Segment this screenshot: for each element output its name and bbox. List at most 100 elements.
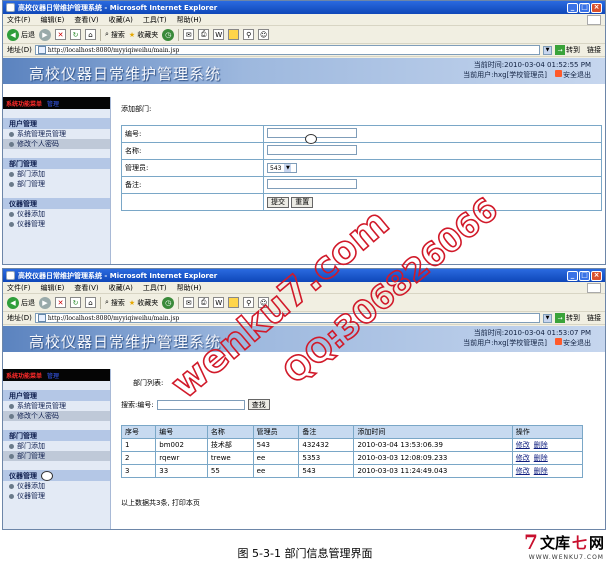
address-input[interactable]: http://localhost:8080/myyiqiweihu/main.j… bbox=[34, 313, 540, 323]
address-dropdown-icon[interactable]: ▼ bbox=[543, 313, 552, 323]
folder-icon[interactable] bbox=[228, 29, 240, 40]
history-icon[interactable]: ◷ bbox=[162, 28, 175, 41]
menu-bar: 文件(F) 编辑(E) 查看(V) 收藏(A) 工具(T) 帮助(H) bbox=[3, 14, 605, 26]
page-title: 添加部门: bbox=[121, 105, 152, 113]
minimize-icon[interactable]: _ bbox=[567, 2, 578, 13]
maximize-icon[interactable]: □ bbox=[579, 2, 590, 13]
window-title: 高校仪器日常维护管理系统 - Microsoft Internet Explor… bbox=[18, 3, 218, 12]
dept-name-input[interactable] bbox=[267, 145, 357, 155]
edit-icon[interactable]: W bbox=[213, 297, 225, 308]
links-button[interactable]: 链接 bbox=[587, 45, 601, 55]
messenger-icon[interactable]: ☺ bbox=[258, 29, 270, 40]
favorites-button[interactable]: ★ 收藏夹 bbox=[129, 30, 158, 40]
logout-button[interactable]: 安全退出 bbox=[555, 70, 591, 80]
bullet-icon bbox=[9, 141, 14, 147]
menu-tools[interactable]: 工具(T) bbox=[143, 15, 167, 25]
sidebar-item-instrument-add[interactable]: 仪器添加 bbox=[3, 481, 110, 491]
research-icon[interactable]: ⚲ bbox=[243, 29, 255, 40]
delete-link[interactable]: 删除 bbox=[534, 454, 548, 462]
cell: bm002 bbox=[155, 438, 208, 452]
address-label: 地址(D) bbox=[7, 314, 32, 322]
print-icon[interactable]: ⎙ bbox=[198, 297, 210, 308]
menu-file[interactable]: 文件(F) bbox=[7, 283, 31, 293]
delete-link[interactable]: 删除 bbox=[534, 467, 548, 475]
close-icon[interactable]: × bbox=[591, 2, 602, 13]
refresh-icon[interactable]: ↻ bbox=[70, 29, 81, 40]
menu-edit[interactable]: 编辑(E) bbox=[41, 283, 65, 293]
address-input[interactable]: http://localhost:8080/myyiqiweihu/main.j… bbox=[34, 45, 540, 55]
folder-icon[interactable] bbox=[228, 297, 240, 308]
refresh-icon[interactable]: ↻ bbox=[70, 297, 81, 308]
sidebar-item-dept-manage[interactable]: 部门管理 bbox=[3, 451, 110, 461]
sidebar-item-instrument-manage[interactable]: 仪器管理 bbox=[3, 491, 110, 501]
minimize-icon[interactable]: _ bbox=[567, 270, 578, 281]
menu-tools[interactable]: 工具(T) bbox=[143, 283, 167, 293]
edit-icon[interactable]: W bbox=[213, 29, 225, 40]
toolbar: ◀ 后退 ▶ ✕ ↻ ⌂ ⌕ 搜索 ★ 收藏夹 ◷ ✉ ⎙ W ⚲ ☺ bbox=[3, 294, 605, 312]
maximize-icon[interactable]: □ bbox=[579, 270, 590, 281]
table-header: 序号 编号 名称 管理员 备注 添加时间 操作 bbox=[120, 425, 584, 439]
links-button[interactable]: 链接 bbox=[587, 313, 601, 323]
edit-link[interactable]: 修改 bbox=[516, 441, 530, 449]
sidebar-item-change-password[interactable]: 修改个人密码 bbox=[3, 139, 110, 149]
menu-file[interactable]: 文件(F) bbox=[7, 15, 31, 25]
edit-link[interactable]: 修改 bbox=[516, 467, 530, 475]
remark-input[interactable] bbox=[267, 179, 357, 189]
sidebar-item-admin-manage[interactable]: 系统管理员管理 bbox=[3, 129, 110, 139]
edit-link[interactable]: 修改 bbox=[516, 454, 530, 462]
menu-help[interactable]: 帮助(H) bbox=[177, 15, 202, 25]
forward-arrow-icon[interactable]: ▶ bbox=[39, 296, 51, 309]
go-button[interactable]: → 转到 bbox=[555, 45, 580, 55]
delete-link[interactable]: 删除 bbox=[534, 441, 548, 449]
print-icon[interactable]: ⎙ bbox=[198, 29, 210, 40]
menu-favorites[interactable]: 收藏(A) bbox=[109, 15, 133, 25]
submit-button[interactable]: 提交 bbox=[267, 196, 289, 208]
sidebar-item-instrument-manage[interactable]: 仪器管理 bbox=[3, 219, 110, 229]
mail-icon[interactable]: ✉ bbox=[183, 297, 195, 308]
home-icon[interactable]: ⌂ bbox=[85, 297, 96, 308]
back-button[interactable]: ◀ 后退 bbox=[7, 28, 35, 41]
search-button[interactable]: ⌕ 搜索 bbox=[105, 298, 125, 308]
messenger-icon[interactable]: ☺ bbox=[258, 297, 270, 308]
forward-arrow-icon[interactable]: ▶ bbox=[39, 28, 51, 41]
sidebar-item-dept-add[interactable]: 部门添加 bbox=[3, 169, 110, 179]
admin-select[interactable]: 543 ▼ bbox=[267, 163, 297, 173]
stop-icon[interactable]: ✕ bbox=[55, 297, 66, 308]
home-icon[interactable]: ⌂ bbox=[85, 29, 96, 40]
menu-edit[interactable]: 编辑(E) bbox=[41, 15, 65, 25]
bullet-icon bbox=[9, 181, 14, 187]
logout-button[interactable]: 安全退出 bbox=[555, 338, 591, 348]
reset-button[interactable]: 重置 bbox=[291, 196, 314, 208]
bullet-icon bbox=[9, 493, 14, 499]
research-icon[interactable]: ⚲ bbox=[243, 297, 255, 308]
go-button[interactable]: → 转到 bbox=[555, 313, 580, 323]
menu-favorites[interactable]: 收藏(A) bbox=[109, 283, 133, 293]
history-icon[interactable]: ◷ bbox=[162, 296, 175, 309]
bullet-icon bbox=[9, 221, 14, 227]
logout-icon bbox=[555, 338, 562, 345]
back-button[interactable]: ◀ 后退 bbox=[7, 296, 35, 309]
stop-icon[interactable]: ✕ bbox=[55, 29, 66, 40]
current-user: 当前用户:hxg[学校管理员] bbox=[463, 339, 547, 347]
mail-icon[interactable]: ✉ bbox=[183, 29, 195, 40]
sidebar-item-change-password[interactable]: 修改个人密码 bbox=[3, 411, 110, 421]
menu-view[interactable]: 查看(V) bbox=[74, 283, 98, 293]
menu-view[interactable]: 查看(V) bbox=[74, 15, 98, 25]
sidebar-item-admin-manage[interactable]: 系统管理员管理 bbox=[3, 401, 110, 411]
group-instrument: 仪器管理 仪器添加 仪器管理 bbox=[3, 470, 110, 501]
search-button[interactable]: ⌕ 搜索 bbox=[105, 30, 125, 40]
find-button[interactable]: 查找 bbox=[247, 399, 270, 410]
sidebar: 系统功能菜单 管理 用户管理 系统管理员管理 修改个人密码 部门管理 部门添加 … bbox=[3, 97, 111, 264]
address-bar: 地址(D) http://localhost:8080/myyiqiweihu/… bbox=[3, 44, 605, 57]
close-icon[interactable]: × bbox=[591, 270, 602, 281]
address-dropdown-icon[interactable]: ▼ bbox=[543, 45, 552, 55]
menu-help[interactable]: 帮助(H) bbox=[177, 283, 202, 293]
search-code-input[interactable] bbox=[156, 399, 245, 410]
toolbar: ◀ 后退 ▶ ✕ ↻ ⌂ ⌕ 搜索 ★ 收藏夹 ◷ ✉ ⎙ W ⚲ ☺ bbox=[3, 26, 605, 44]
bullet-icon bbox=[9, 413, 14, 419]
sidebar-item-dept-add[interactable]: 部门添加 bbox=[3, 441, 110, 451]
sidebar-item-instrument-add[interactable]: 仪器添加 bbox=[3, 209, 110, 219]
sidebar-item-dept-manage[interactable]: 部门管理 bbox=[3, 179, 110, 189]
search-icon: ⌕ bbox=[105, 30, 109, 38]
favorites-button[interactable]: ★ 收藏夹 bbox=[129, 298, 158, 308]
